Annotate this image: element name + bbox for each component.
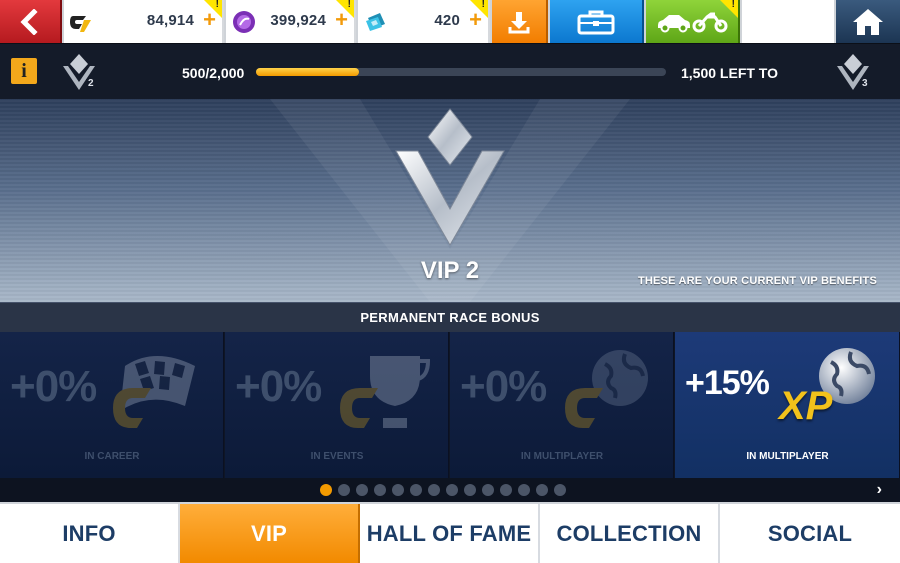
credits-warning-icon: ! xyxy=(204,0,222,18)
vip-level-current: 2 xyxy=(88,78,94,89)
home-button[interactable] xyxy=(836,0,900,43)
tokens-counter[interactable]: 399,924 + ! xyxy=(226,0,356,43)
bonus-card-multiplayer-xp[interactable]: +15% XP IN MULTIPLAYER xyxy=(675,332,900,478)
bonus-caption: IN MULTIPLAYER xyxy=(746,451,829,462)
bonus-card-career[interactable]: +0% IN CAREER xyxy=(0,332,224,478)
checkered-flag-icon xyxy=(113,356,195,428)
tab-info[interactable]: INFO xyxy=(0,504,180,563)
download-icon xyxy=(508,11,530,33)
credits-counter[interactable]: 84,914 + ! xyxy=(64,0,224,43)
info-icon: i xyxy=(21,60,27,82)
section-header: PERMANENT RACE BONUS xyxy=(0,302,900,332)
tab-collection[interactable]: COLLECTION xyxy=(540,504,720,563)
next-page-icon[interactable]: › xyxy=(877,481,882,499)
bonus-card-multiplayer[interactable]: +0% IN MULTIPLAYER xyxy=(450,332,674,478)
tokens-icon xyxy=(233,11,255,33)
pager-dot[interactable] xyxy=(320,484,332,496)
vip-points-remaining: 1,500 LEFT TO xyxy=(681,65,778,81)
trophy-icon xyxy=(340,356,430,428)
bonus-caption: IN EVENTS xyxy=(310,451,364,462)
pager-dot[interactable] xyxy=(482,484,494,496)
xp-badge: XP xyxy=(779,384,833,428)
tab-vip[interactable]: VIP xyxy=(180,504,360,563)
bonus-carousel[interactable]: +0% IN CAREER +0% IN EVENTS +0% IN MULTI… xyxy=(0,332,900,478)
tokens-warning-icon: ! xyxy=(336,0,354,18)
credits-icon xyxy=(70,16,91,32)
vip-level-next: 3 xyxy=(862,78,868,89)
bonus-caption: IN MULTIPLAYER xyxy=(520,451,604,462)
vip-progress-bar xyxy=(256,68,666,76)
tab-social[interactable]: SOCIAL xyxy=(720,504,900,563)
pager-dot[interactable] xyxy=(392,484,404,496)
tab-label: SOCIAL xyxy=(767,520,853,546)
vip-badge-large-icon xyxy=(395,108,505,247)
bonus-caption: IN CAREER xyxy=(84,451,140,462)
cards-icon xyxy=(366,13,385,31)
toolbox-button[interactable] xyxy=(550,0,644,43)
tab-label: HALL OF FAME xyxy=(366,520,532,546)
vip-progress-row: i 2 500/2,000 1,500 LEFT TO 3 xyxy=(0,43,900,99)
tokens-value: 399,924 xyxy=(270,12,326,29)
info-button[interactable]: i xyxy=(11,58,37,84)
pager-dot[interactable] xyxy=(554,484,566,496)
top-bar: 84,914 + ! 399,924 + ! 420 + ! ! xyxy=(0,0,900,43)
back-button[interactable] xyxy=(0,0,62,43)
cards-warning-icon: ! xyxy=(470,0,488,18)
cards-value: 420 xyxy=(434,12,460,29)
bonus-value: +0% xyxy=(460,362,547,411)
home-icon xyxy=(853,8,883,35)
vip-points-current: 500/2,000 xyxy=(182,65,245,81)
tab-label: VIP xyxy=(250,520,288,546)
tab-label: COLLECTION xyxy=(556,520,702,546)
cards-counter[interactable]: 420 + ! xyxy=(358,0,490,43)
pager-dot[interactable] xyxy=(410,484,422,496)
bonus-value: +0% xyxy=(10,362,97,411)
back-arrow-icon xyxy=(20,8,38,35)
pager-dot[interactable] xyxy=(464,484,476,496)
section-title: PERMANENT RACE BONUS xyxy=(360,310,540,325)
credits-value: 84,914 xyxy=(146,12,194,29)
carousel-pager: › xyxy=(0,478,900,502)
tab-label: INFO xyxy=(62,520,116,546)
bonus-card-events[interactable]: +0% IN EVENTS xyxy=(225,332,449,478)
pager-dots xyxy=(320,484,566,496)
bonus-value: +15% xyxy=(685,364,770,402)
bottom-tab-bar: INFO VIP HALL OF FAME COLLECTION SOCIAL xyxy=(0,502,900,563)
pager-dot[interactable] xyxy=(518,484,530,496)
benefits-note: THESE ARE YOUR CURRENT VIP BENEFITS xyxy=(637,275,877,287)
pager-dot[interactable] xyxy=(446,484,458,496)
pager-dot[interactable] xyxy=(536,484,548,496)
toolbox-icon xyxy=(577,10,615,34)
vip-hero-banner: VIP 2 THESE ARE YOUR CURRENT VIP BENEFIT… xyxy=(0,99,900,302)
globe-icon xyxy=(565,350,648,428)
car-icon xyxy=(658,14,690,32)
tab-hall-of-fame[interactable]: HALL OF FAME xyxy=(360,504,540,563)
garage-warning-icon: ! xyxy=(720,0,738,18)
garage-button[interactable]: ! xyxy=(646,0,740,43)
pager-dot[interactable] xyxy=(374,484,386,496)
vip-progress-fill xyxy=(256,68,359,76)
pager-dot[interactable] xyxy=(338,484,350,496)
pager-dot[interactable] xyxy=(428,484,440,496)
topbar-spacer xyxy=(742,0,834,43)
pager-dot[interactable] xyxy=(356,484,368,496)
download-button[interactable] xyxy=(492,0,548,43)
pager-dot[interactable] xyxy=(500,484,512,496)
bonus-value: +0% xyxy=(235,362,322,411)
